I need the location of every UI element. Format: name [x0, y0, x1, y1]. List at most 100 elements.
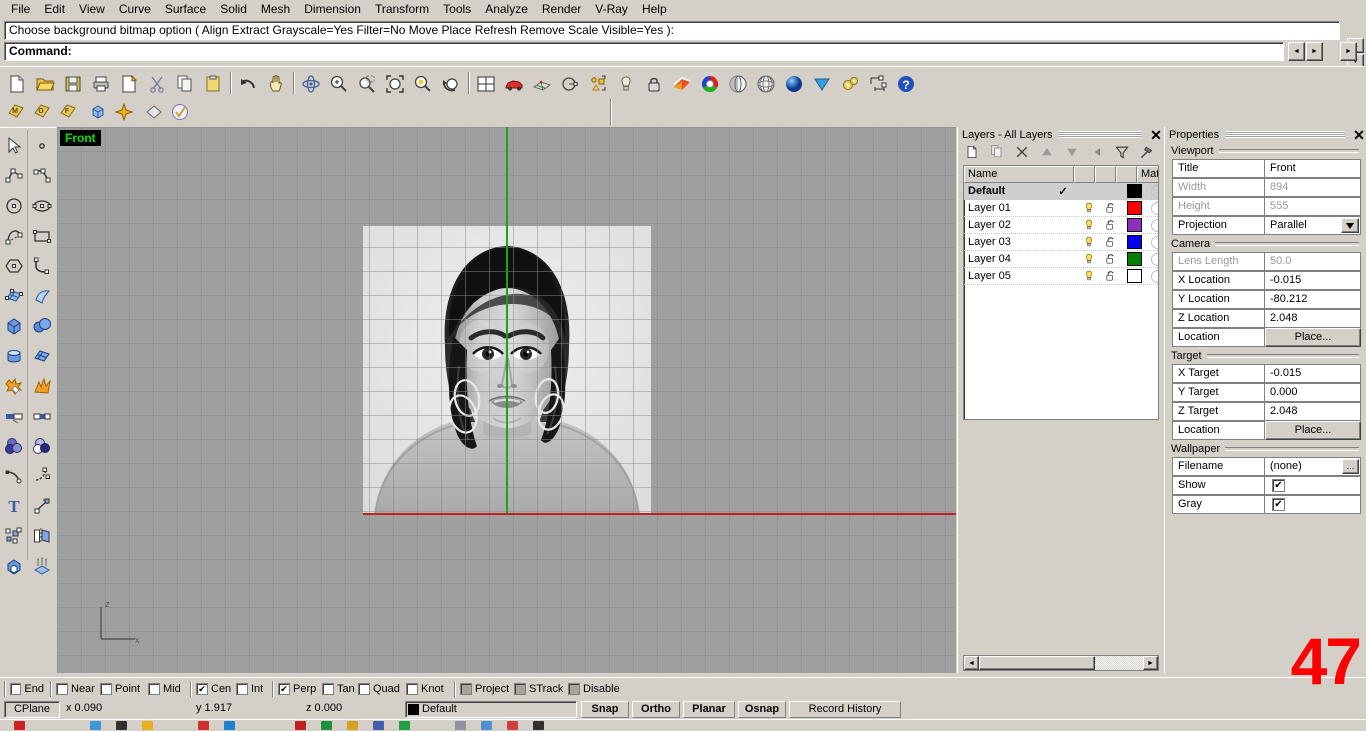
command-prompt[interactable]: Command: — [4, 42, 1284, 61]
light-bulb-icon[interactable] — [612, 70, 639, 97]
layer-name[interactable]: Default — [964, 185, 1048, 197]
layer-row[interactable]: Layer 05 — [964, 268, 1158, 285]
menu-item-mesh[interactable]: Mesh — [254, 1, 297, 18]
layer-visibility-icon[interactable] — [1078, 218, 1100, 232]
surface-icon[interactable] — [141, 100, 166, 124]
layer-name[interactable]: Layer 03 — [964, 236, 1048, 248]
split-icon[interactable] — [0, 401, 28, 431]
osnap-tan[interactable]: Tan — [322, 683, 356, 695]
color-wheel-icon[interactable] — [696, 70, 723, 97]
new-layer-icon[interactable] — [964, 144, 980, 160]
select-arrow-icon[interactable] — [0, 131, 28, 161]
toggle-snap[interactable]: Snap — [581, 700, 629, 718]
move-down-icon[interactable] — [1064, 144, 1080, 160]
property-checkbox-cell[interactable]: ✔ — [1265, 495, 1361, 514]
close-icon[interactable]: ✕ — [1148, 128, 1164, 142]
box-icon[interactable] — [85, 100, 110, 124]
zoom-window-icon[interactable] — [353, 70, 380, 97]
cmd-scroll-left-button[interactable]: ◄ — [1288, 42, 1305, 61]
taskbar-icon[interactable] — [455, 721, 466, 730]
checkbox-icon[interactable] — [358, 683, 370, 695]
print-icon[interactable] — [87, 70, 114, 97]
viewport-layout-icon[interactable] — [472, 70, 499, 97]
osnap-disable[interactable]: Disable — [568, 683, 622, 695]
layer-lock-icon[interactable] — [1100, 218, 1122, 232]
osnap-cen[interactable]: ✔ Cen — [196, 683, 234, 695]
cylinder-icon[interactable] — [0, 341, 28, 371]
column-header-color[interactable] — [1116, 166, 1137, 183]
sphere-solid-icon[interactable] — [28, 311, 56, 341]
layer-name[interactable]: Layer 04 — [964, 253, 1048, 265]
tag-m-icon[interactable]: M — [3, 100, 28, 124]
property-value[interactable]: -0.015 — [1265, 364, 1361, 383]
cut-icon[interactable] — [143, 70, 170, 97]
toggle-osnap[interactable]: Osnap — [738, 700, 786, 718]
layer-material-swatch[interactable] — [1146, 269, 1158, 283]
layers-scroll-left-button[interactable]: ◄ — [964, 656, 979, 670]
property-place-button[interactable]: Place... — [1265, 421, 1361, 440]
checkbox-icon[interactable] — [236, 683, 248, 695]
new-file-icon[interactable] — [3, 70, 30, 97]
column-header-name[interactable]: Name — [964, 166, 1074, 183]
layer-material-swatch[interactable] — [1146, 201, 1158, 215]
zoom-in-icon[interactable] — [325, 70, 352, 97]
layers-scroll-thumb[interactable] — [979, 656, 1095, 670]
cmd-scroll-far-right-button[interactable]: ► — [1340, 42, 1357, 61]
boolean-difference-icon[interactable] — [28, 431, 56, 461]
layer-material-swatch[interactable] — [1146, 252, 1158, 266]
object-snap-icon[interactable] — [584, 70, 611, 97]
osnap-project[interactable]: Project — [460, 683, 512, 695]
render-sphere-icon[interactable] — [780, 70, 807, 97]
osnap-knot[interactable]: Knot — [406, 683, 448, 695]
layers-scroll-right-button[interactable]: ► — [1143, 656, 1158, 670]
taskbar-icon[interactable] — [142, 721, 153, 730]
checkbox-icon[interactable]: ✔ — [1272, 479, 1285, 492]
layer-row[interactable]: Default ✓ — [964, 183, 1158, 200]
paste-icon[interactable] — [199, 70, 226, 97]
layer-lock-icon[interactable] — [1100, 269, 1122, 283]
rectangle-icon[interactable] — [28, 221, 56, 251]
explode-icon[interactable] — [0, 371, 28, 401]
layer-name[interactable]: Layer 05 — [964, 270, 1048, 282]
menu-item-transform[interactable]: Transform — [368, 1, 436, 18]
current-layer-indicator[interactable]: Default — [405, 700, 577, 718]
layer-color-swatch[interactable] — [1122, 201, 1146, 215]
validate-icon[interactable] — [167, 100, 192, 124]
menu-item-curve[interactable]: Curve — [112, 1, 158, 18]
menu-item-file[interactable]: File — [4, 1, 37, 18]
checkbox-icon[interactable] — [460, 683, 472, 695]
zoom-selected-icon[interactable] — [409, 70, 436, 97]
boolean-union-icon[interactable] — [0, 431, 28, 461]
cmd-scroll-right-button[interactable]: ► — [1306, 42, 1323, 61]
taskbar-icon[interactable] — [116, 721, 127, 730]
v-ray-icon[interactable] — [808, 70, 835, 97]
fillet-curve-icon[interactable] — [0, 461, 28, 491]
property-value-dropdown[interactable]: Parallel — [1265, 216, 1361, 235]
circle-tool-icon[interactable] — [556, 70, 583, 97]
tag-o-icon[interactable]: O — [29, 100, 54, 124]
surface-planar-icon[interactable] — [28, 341, 56, 371]
layer-lock-icon[interactable] — [1100, 252, 1122, 266]
menu-item-tools[interactable]: Tools — [436, 1, 478, 18]
checkbox-icon[interactable] — [100, 683, 112, 695]
checkbox-icon[interactable]: ✔ — [196, 683, 208, 695]
toggle-planar[interactable]: Planar — [683, 700, 735, 718]
menu-item-help[interactable]: Help — [635, 1, 674, 18]
viewport-title-label[interactable]: Front — [60, 130, 101, 146]
tag-f-icon[interactable]: F — [55, 100, 80, 124]
taskbar-icon[interactable] — [373, 721, 384, 730]
back-arrow-icon[interactable] — [1089, 144, 1105, 160]
render-mesh-icon[interactable] — [752, 70, 779, 97]
checkbox-icon[interactable] — [568, 683, 580, 695]
checkbox-icon[interactable]: ✔ — [1272, 498, 1285, 511]
property-value[interactable]: 555 — [1265, 197, 1361, 216]
menu-item-dimension[interactable]: Dimension — [297, 1, 368, 18]
layer-row[interactable]: Layer 04 — [964, 251, 1158, 268]
taskbar-icon[interactable] — [295, 721, 306, 730]
property-value[interactable]: 2.048 — [1265, 402, 1361, 421]
taskbar-icon[interactable] — [224, 721, 235, 730]
browse-ellipsis-button[interactable]: ... — [1342, 459, 1359, 474]
front-viewport[interactable]: Front z x — [57, 127, 956, 673]
checkbox-icon[interactable] — [406, 683, 418, 695]
ellipse-icon[interactable] — [28, 191, 56, 221]
